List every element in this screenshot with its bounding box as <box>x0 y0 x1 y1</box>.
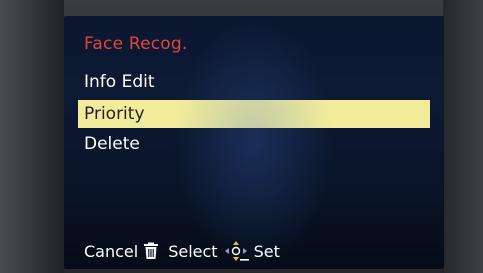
menu-item-info-edit[interactable]: Info Edit <box>78 68 430 96</box>
menu-item-delete[interactable]: Delete <box>78 130 430 158</box>
set-label: Set <box>253 241 280 261</box>
camera-bezel-right <box>443 0 483 273</box>
lcd-screen: Face Recog. Info Edit Priority Delete Ca… <box>64 16 444 269</box>
camera-body: Face Recog. Info Edit Priority Delete Ca… <box>0 0 483 273</box>
menu-title: Face Recog. <box>84 34 188 54</box>
trash-icon <box>144 242 159 259</box>
select-label: Select <box>168 241 218 261</box>
button-guide: Cancel Select Set <box>84 240 280 262</box>
menu-item-priority[interactable]: Priority <box>78 100 430 128</box>
cancel-label: Cancel <box>84 241 139 261</box>
dpad-icon <box>224 241 249 261</box>
camera-bezel-left <box>0 0 64 273</box>
